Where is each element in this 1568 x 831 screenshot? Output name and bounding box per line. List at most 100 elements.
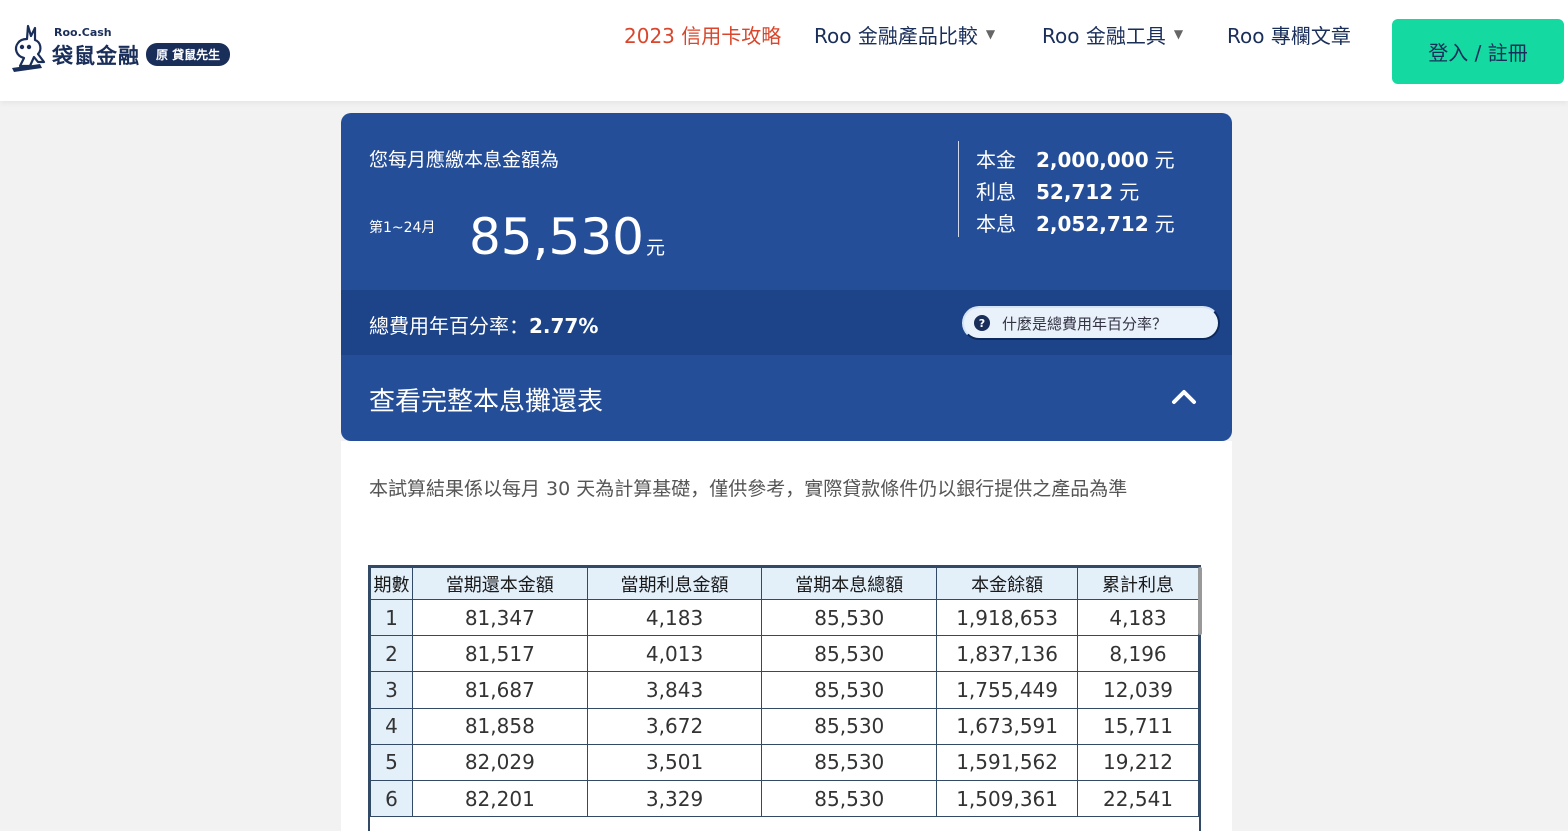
- table-row: 1 81,347 4,183 85,530 1,918,653 4,183: [370, 598, 1199, 637]
- cell-cumulative-interest: 4,183: [1077, 598, 1199, 637]
- interest-row: 利息 52,712 元: [976, 176, 1175, 208]
- cell-principal-paid: 81,687: [411, 671, 588, 709]
- monthly-payment-label: 您每月應繳本息金額為: [369, 149, 560, 171]
- cell-period: 3: [370, 671, 413, 709]
- nav-label: Roo 金融工具: [1042, 23, 1166, 48]
- table-scrollbar[interactable]: [1198, 567, 1202, 635]
- monthly-amount-value: 85,530: [469, 208, 644, 266]
- cell-remaining-principal: 1,918,653: [936, 598, 1079, 637]
- cell-period: 6: [370, 779, 413, 818]
- nav-label: 2023 信用卡攻略: [624, 23, 782, 48]
- cell-interest-paid: 4,183: [586, 598, 763, 637]
- cell-cumulative-interest: 19,212: [1077, 743, 1199, 781]
- brand-name-zh: 袋鼠金融: [52, 43, 140, 68]
- loan-result-card: 您每月應繳本息金額為 第1~24月 85,530 元 本金 2,000,000 元…: [341, 113, 1232, 441]
- cell-total-payment: 85,530: [761, 707, 938, 745]
- nav-articles[interactable]: Roo 專欄文章: [1227, 20, 1351, 49]
- cell-period: 1: [370, 598, 413, 637]
- col-principal-paid: 當期還本金額: [411, 567, 588, 600]
- schedule-panel: 本試算結果係以每月 30 天為計算基礎，僅供參考，實際貸款條件仍以銀行提供之產品…: [341, 441, 1232, 831]
- summary-label: 本金: [976, 148, 1016, 172]
- apr-label: 總費用年百分率：: [369, 314, 529, 338]
- cell-total-payment: 85,530: [761, 671, 938, 709]
- site-header: Roo.Cash 袋鼠金融 原 貸鼠先生 2023 信用卡攻略 Roo 金融產品…: [0, 0, 1568, 101]
- cell-remaining-principal: 1,755,449: [936, 671, 1079, 709]
- principal-row: 本金 2,000,000 元: [976, 144, 1175, 176]
- col-interest-paid: 當期利息金額: [586, 567, 763, 600]
- cell-interest-paid: 4,013: [586, 635, 763, 673]
- cell-cumulative-interest: 12,039: [1077, 671, 1199, 709]
- nav-finance-tools[interactable]: Roo 金融工具 ▼: [1042, 20, 1183, 49]
- summary-unit: 元: [1154, 212, 1175, 236]
- cell-principal-paid: 82,029: [411, 743, 588, 781]
- summary-value: 2,052,712: [1036, 212, 1149, 236]
- brand-name-en: Roo.Cash: [54, 25, 112, 39]
- period-label: 第1~24月: [369, 220, 436, 236]
- nav-credit-card-guide[interactable]: 2023 信用卡攻略: [624, 20, 781, 49]
- cell-interest-paid: 3,843: [586, 671, 763, 709]
- cell-remaining-principal: 1,837,136: [936, 635, 1079, 673]
- chevron-up-icon: [1172, 390, 1196, 404]
- cell-cumulative-interest: 8,196: [1077, 635, 1199, 673]
- cell-total-payment: 85,530: [761, 779, 938, 818]
- apr-band: 總費用年百分率：2.77% ? 什麼是總費用年百分率？: [341, 290, 1232, 355]
- login-register-button[interactable]: 登入 / 註冊: [1392, 19, 1564, 84]
- brand-tagline: 原 貸鼠先生: [146, 43, 231, 66]
- summary-divider: [958, 141, 959, 237]
- brand-logo[interactable]: Roo.Cash 袋鼠金融 原 貸鼠先生: [8, 22, 231, 74]
- totals-summary: 本金 2,000,000 元 利息 52,712 元 本息 2,052,712 …: [976, 144, 1175, 240]
- summary-label: 利息: [976, 180, 1016, 204]
- col-total-payment: 當期本息總額: [761, 567, 938, 600]
- schedule-toggle[interactable]: 查看完整本息攤還表: [341, 355, 1232, 441]
- apr-value: 2.77%: [529, 314, 599, 338]
- summary-unit: 元: [1119, 180, 1140, 204]
- cell-cumulative-interest: 22,541: [1077, 779, 1199, 818]
- summary-unit: 元: [1154, 148, 1175, 172]
- cell-total-payment: 85,530: [761, 635, 938, 673]
- cell-remaining-principal: 1,591,562: [936, 743, 1079, 781]
- cell-period: 2: [370, 635, 413, 673]
- col-remaining-principal: 本金餘額: [936, 567, 1079, 600]
- summary-value: 2,000,000: [1036, 148, 1149, 172]
- cell-interest-paid: 3,501: [586, 743, 763, 781]
- cell-remaining-principal: 1,673,591: [936, 707, 1079, 745]
- summary-label: 本息: [976, 212, 1016, 236]
- cell-remaining-principal: 1,509,361: [936, 779, 1079, 818]
- apr-text: 總費用年百分率：2.77%: [369, 310, 598, 339]
- currency-unit: 元: [645, 237, 665, 259]
- cell-principal-paid: 81,517: [411, 635, 588, 673]
- cell-cumulative-interest: 15,711: [1077, 707, 1199, 745]
- result-summary: 您每月應繳本息金額為 第1~24月 85,530 元 本金 2,000,000 元…: [341, 113, 1232, 290]
- cell-total-payment: 85,530: [761, 598, 938, 637]
- kangaroo-logo-icon: [12, 24, 46, 72]
- cell-principal-paid: 82,201: [411, 779, 588, 818]
- cell-period: 5: [370, 743, 413, 781]
- table-header-row: 期數 當期還本金額 當期利息金額 當期本息總額 本金餘額 累計利息: [370, 567, 1199, 600]
- col-cumulative-interest: 累計利息: [1077, 567, 1199, 600]
- apr-help-button[interactable]: ? 什麼是總費用年百分率？: [962, 306, 1220, 340]
- table-row: 3 81,687 3,843 85,530 1,755,449 12,039: [370, 671, 1199, 709]
- question-icon: ?: [974, 315, 990, 331]
- table-row: 6 82,201 3,329 85,530 1,509,361 22,541: [370, 779, 1199, 818]
- cell-interest-paid: 3,672: [586, 707, 763, 745]
- col-period: 期數: [370, 567, 413, 600]
- cell-principal-paid: 81,858: [411, 707, 588, 745]
- cell-principal-paid: 81,347: [411, 598, 588, 637]
- cell-total-payment: 85,530: [761, 743, 938, 781]
- amortization-table-container[interactable]: 期數 當期還本金額 當期利息金額 當期本息總額 本金餘額 累計利息 1 81,3…: [368, 565, 1201, 831]
- cell-interest-paid: 3,329: [586, 779, 763, 818]
- table-row: 4 81,858 3,672 85,530 1,673,591 15,711: [370, 707, 1199, 745]
- nav-label: Roo 專欄文章: [1227, 23, 1351, 48]
- calculation-note: 本試算結果係以每月 30 天為計算基礎，僅供參考，實際貸款條件仍以銀行提供之產品…: [369, 478, 1128, 500]
- nav-product-compare[interactable]: Roo 金融產品比較 ▼: [814, 20, 995, 49]
- table-row: 2 81,517 4,013 85,530 1,837,136 8,196: [370, 635, 1199, 673]
- amortization-table: 期數 當期還本金額 當期利息金額 當期本息總額 本金餘額 累計利息 1 81,3…: [370, 567, 1199, 818]
- nav-label: Roo 金融產品比較: [814, 23, 978, 48]
- apr-help-label: 什麼是總費用年百分率？: [1002, 314, 1168, 333]
- summary-value: 52,712: [1036, 180, 1114, 204]
- table-row: 5 82,029 3,501 85,530 1,591,562 19,212: [370, 743, 1199, 781]
- caret-down-icon: ▼: [1173, 27, 1184, 41]
- caret-down-icon: ▼: [985, 27, 996, 41]
- monthly-payment-amount: 85,530 元: [469, 209, 665, 276]
- schedule-toggle-label: 查看完整本息攤還表: [369, 387, 604, 417]
